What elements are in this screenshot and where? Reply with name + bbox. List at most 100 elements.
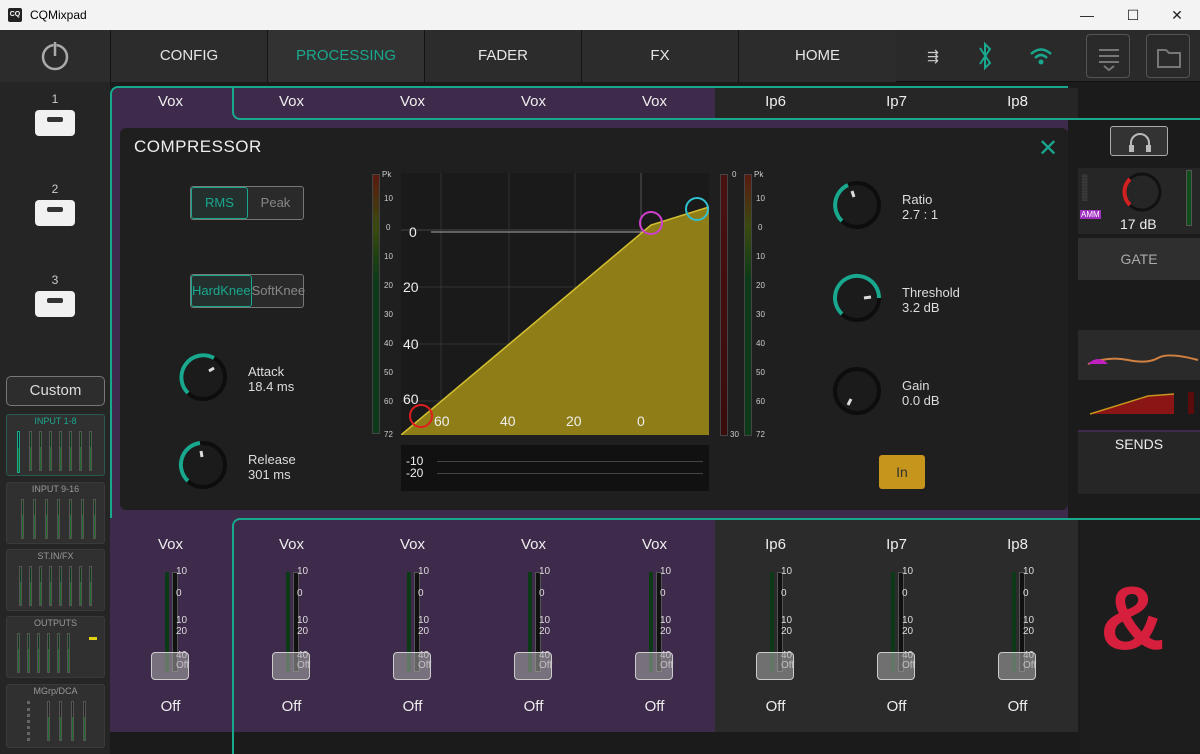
gain-reduction-meter bbox=[720, 174, 728, 436]
graph-x-label: 20 bbox=[566, 413, 582, 429]
compressor-title: COMPRESSOR bbox=[134, 137, 262, 156]
strip-mute-button[interactable]: Off bbox=[715, 698, 836, 715]
fader-knob[interactable] bbox=[635, 652, 673, 680]
fader-scale-label: 20 bbox=[781, 626, 793, 637]
strip-mute-button[interactable]: Off bbox=[957, 698, 1078, 715]
peak-option[interactable]: Peak bbox=[248, 187, 303, 219]
compressor-dialog: COMPRESSOR ✕ RMS Peak Hard Knee Soft Knee … bbox=[120, 128, 1068, 510]
headphone-button[interactable] bbox=[1110, 126, 1168, 156]
title-bar: CQ CQMixpad — ☐ ✕ bbox=[0, 0, 1200, 30]
fader-knob[interactable] bbox=[151, 652, 189, 680]
power-button[interactable] bbox=[0, 30, 110, 82]
meter-scale: 50 bbox=[756, 368, 765, 377]
sends-button[interactable]: SENDS bbox=[1078, 430, 1200, 494]
meter bbox=[81, 499, 84, 539]
folder-button[interactable] bbox=[1146, 34, 1190, 78]
main-nav: CONFIG PROCESSING FADER FX HOME ⇶ bbox=[0, 30, 1200, 82]
amm-badge: AMM bbox=[1080, 210, 1101, 219]
fader-knob[interactable] bbox=[756, 652, 794, 680]
eq-curve-icon bbox=[1087, 354, 1199, 365]
strip-name: Ip7 bbox=[886, 536, 907, 553]
strip-mute-button[interactable]: Off bbox=[110, 698, 231, 715]
strip-mute-button[interactable]: Off bbox=[231, 698, 352, 715]
comp-summary[interactable]: ▒ ▒ ▒ AMM 17 dB bbox=[1078, 168, 1200, 234]
brand-logo-icon: & bbox=[1100, 569, 1165, 669]
fader-scale-label: 10 bbox=[1023, 615, 1035, 626]
bank-label: INPUT 1-8 bbox=[34, 416, 77, 426]
channel-tab-3[interactable]: Vox bbox=[352, 86, 473, 118]
channel-tab-8[interactable]: Ip8 bbox=[957, 86, 1078, 118]
fader-knob[interactable] bbox=[393, 652, 431, 680]
scene-button-1[interactable] bbox=[35, 110, 75, 136]
fader-scale-label: 0 bbox=[660, 588, 666, 599]
menu-dropdown-button[interactable] bbox=[1086, 34, 1130, 78]
meter bbox=[47, 633, 50, 673]
fader-scale-label: 0 bbox=[418, 588, 424, 599]
tab-fader[interactable]: FADER bbox=[424, 30, 581, 82]
maximize-button[interactable]: ☐ bbox=[1110, 0, 1156, 30]
detect-mode-toggle: RMS Peak bbox=[190, 186, 304, 220]
bank-label: ST.IN/FX bbox=[37, 551, 74, 561]
strip-mute-button[interactable]: Off bbox=[473, 698, 594, 715]
channel-tab-7[interactable]: Ip7 bbox=[836, 86, 957, 118]
graph-y-label: 60 bbox=[403, 391, 419, 407]
headphone-icon bbox=[1129, 133, 1151, 152]
fader-scale-label: 10 bbox=[297, 615, 309, 626]
fader-knob[interactable] bbox=[514, 652, 552, 680]
close-window-button[interactable]: ✕ bbox=[1154, 0, 1200, 30]
meter bbox=[69, 566, 72, 606]
bank-input-9-16[interactable]: INPUT 9-16 bbox=[6, 482, 105, 544]
meter bbox=[39, 431, 42, 471]
tab-home[interactable]: HOME bbox=[738, 30, 896, 82]
rms-option[interactable]: RMS bbox=[191, 187, 248, 219]
meter bbox=[57, 633, 60, 673]
strip-name: Vox bbox=[157, 536, 184, 553]
bluetooth-icon[interactable] bbox=[960, 30, 1010, 82]
tab-config[interactable]: CONFIG bbox=[110, 30, 267, 82]
meter-scale-pk: Pk bbox=[754, 170, 764, 179]
hard-knee-option[interactable]: Hard Knee bbox=[191, 275, 252, 307]
close-icon[interactable]: ✕ bbox=[1038, 134, 1058, 163]
gate-button[interactable]: GATE bbox=[1078, 238, 1200, 280]
bank-outputs[interactable]: OUTPUTS bbox=[6, 616, 105, 678]
fader-knob[interactable] bbox=[272, 652, 310, 680]
grid-line bbox=[437, 473, 703, 474]
channel-tab-1[interactable]: Vox bbox=[110, 86, 231, 118]
fader-knob[interactable] bbox=[998, 652, 1036, 680]
gain-value: 0.0 dB bbox=[902, 393, 940, 408]
fader-knob[interactable] bbox=[877, 652, 915, 680]
tab-processing[interactable]: PROCESSING bbox=[267, 30, 424, 82]
strip-mute-button[interactable]: Off bbox=[836, 698, 957, 715]
meter bbox=[93, 499, 96, 539]
channel-tab-5[interactable]: Vox bbox=[594, 86, 715, 118]
bank-input-1-8[interactable]: INPUT 1-8 bbox=[6, 414, 105, 476]
strip-mute-button[interactable]: Off bbox=[352, 698, 473, 715]
threshold-knob[interactable] bbox=[830, 271, 884, 325]
bank-mgrp-dca[interactable]: MGrp/DCA bbox=[6, 684, 105, 748]
channel-tab-2[interactable]: Vox bbox=[231, 86, 352, 118]
channel-tab-4[interactable]: Vox bbox=[473, 86, 594, 118]
dynamics-summary[interactable] bbox=[1088, 390, 1178, 416]
wifi-icon[interactable] bbox=[1016, 30, 1066, 82]
strip-mute-button[interactable]: Off bbox=[594, 698, 715, 715]
hard-knee-line2: Knee bbox=[220, 283, 251, 298]
scene-button-3[interactable] bbox=[35, 291, 75, 317]
bank-stin-fx[interactable]: ST.IN/FX bbox=[6, 549, 105, 611]
fader-scale-label: 20 bbox=[1023, 626, 1035, 637]
transfer-graph[interactable]: 0 20 40 60 60 40 20 0 bbox=[400, 173, 710, 436]
attack-knob[interactable] bbox=[176, 350, 230, 404]
in-button[interactable]: In bbox=[879, 455, 925, 489]
fader-border bbox=[232, 518, 1200, 754]
eq-summary[interactable] bbox=[1078, 330, 1200, 380]
tab-fx[interactable]: FX bbox=[581, 30, 738, 82]
custom-button[interactable]: Custom bbox=[6, 376, 105, 406]
channel-tab-6[interactable]: Ip6 bbox=[715, 86, 836, 118]
usb-icon[interactable]: ⇶ bbox=[908, 30, 958, 82]
scene-button-2[interactable] bbox=[35, 200, 75, 226]
minimize-button[interactable]: — bbox=[1064, 0, 1110, 30]
soft-knee-option[interactable]: Soft Knee bbox=[252, 275, 306, 307]
gain-knob[interactable] bbox=[830, 364, 884, 418]
release-knob[interactable] bbox=[176, 438, 230, 492]
ratio-knob[interactable] bbox=[830, 178, 884, 232]
strip-name: Vox bbox=[641, 536, 668, 553]
